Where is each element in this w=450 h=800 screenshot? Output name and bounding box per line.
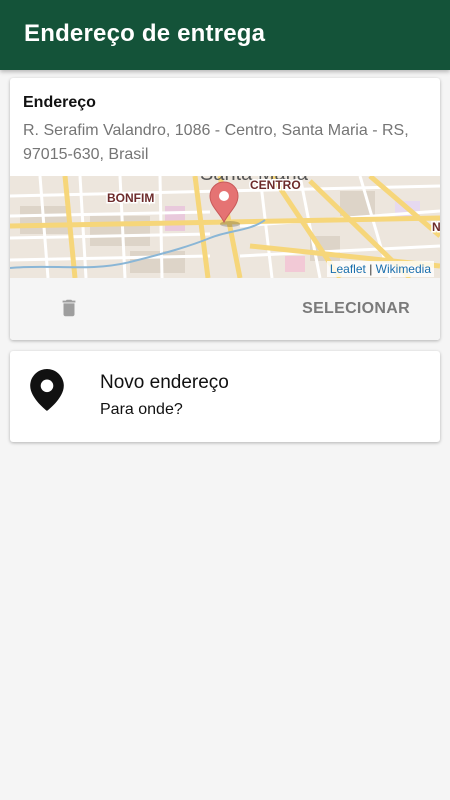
map-label-bonfim: BONFIM [107, 191, 154, 205]
wikimedia-link[interactable]: Wikimedia [376, 262, 431, 276]
map-label-edge: N [432, 220, 440, 234]
select-button[interactable]: SELECIONAR [302, 300, 410, 318]
attribution-separator: | [369, 262, 373, 276]
address-text: R. Serafim Valandro, 1086 - Centro, Sant… [23, 122, 409, 163]
address-map[interactable]: Santa Maria BONFIM CENTRO N Leaflet | Wi… [10, 176, 440, 278]
new-address-card[interactable]: Novo endereço Para onde? [10, 351, 440, 442]
trash-icon[interactable] [58, 297, 80, 319]
page-title: Endereço de entrega [24, 20, 266, 47]
saved-address-card: Endereço R. Serafim Valandro, 1086 - Cen… [10, 78, 440, 340]
address-label: Endereço [23, 94, 96, 111]
new-address-subtitle: Para onde? [100, 401, 183, 418]
location-pin-icon [30, 369, 64, 411]
app-bar: Endereço de entrega [0, 0, 450, 70]
leaflet-link[interactable]: Leaflet [330, 262, 366, 276]
map-label-centro: CENTRO [250, 178, 301, 192]
new-address-title: Novo endereço [100, 372, 229, 393]
card-actions: SELECIONAR [10, 278, 440, 340]
map-attribution: Leaflet | Wikimedia [326, 261, 434, 277]
